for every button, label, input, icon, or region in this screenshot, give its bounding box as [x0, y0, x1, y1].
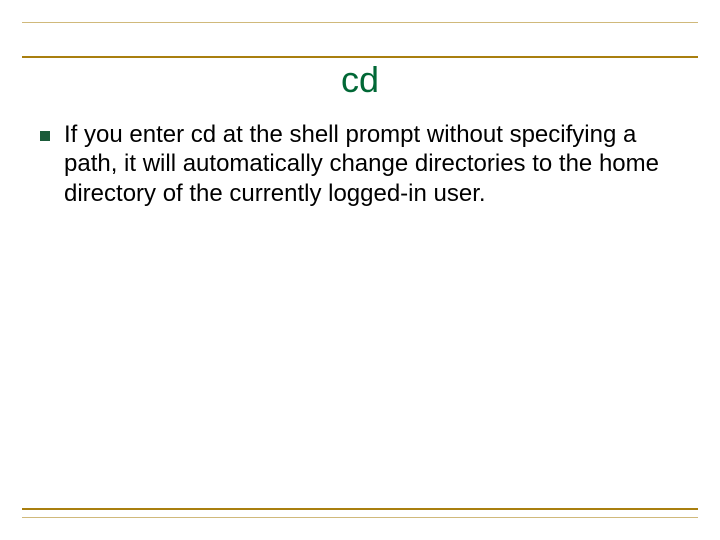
- bottom-rule-thin: [22, 517, 698, 518]
- slide-title: cd: [0, 59, 720, 101]
- top-rule-thin: [22, 22, 698, 23]
- bullet-text: If you enter cd at the shell prompt with…: [64, 120, 662, 208]
- content-area: If you enter cd at the shell prompt with…: [40, 120, 662, 208]
- bullet-item: If you enter cd at the shell prompt with…: [40, 120, 662, 208]
- slide-container: cd If you enter cd at the shell prompt w…: [0, 0, 720, 540]
- bullet-icon: [40, 131, 50, 141]
